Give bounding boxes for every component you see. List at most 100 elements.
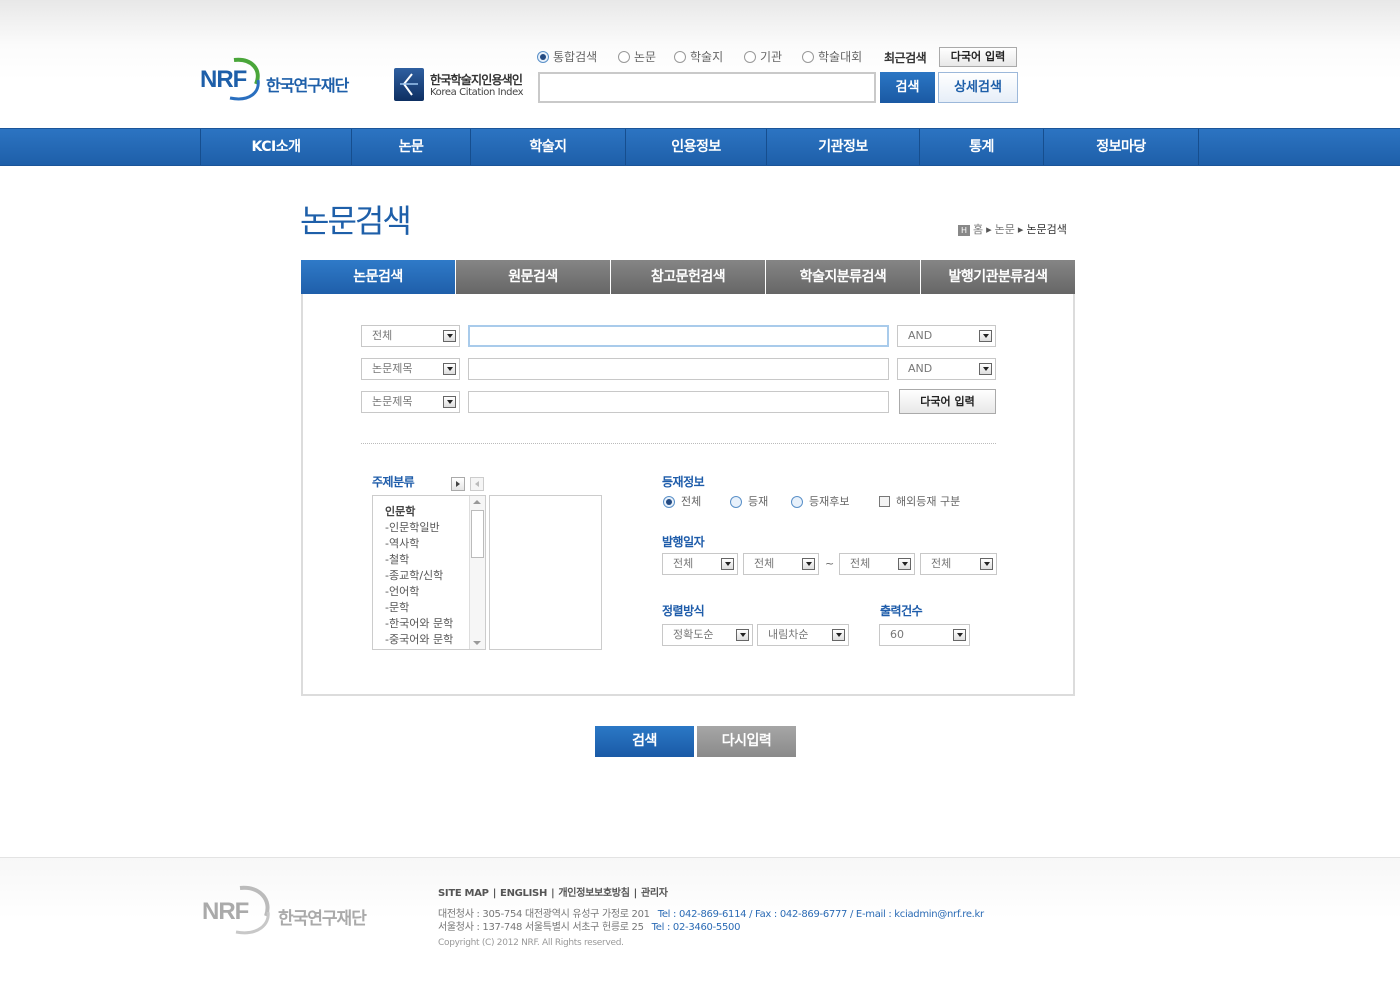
operator-select-2[interactable]: AND xyxy=(897,358,996,380)
nav-item-paper[interactable]: 논문 xyxy=(351,129,470,165)
search-button[interactable]: 검색 xyxy=(595,726,694,757)
radio-icon[interactable] xyxy=(663,496,675,508)
radio-icon[interactable] xyxy=(618,50,630,63)
scope-journal[interactable]: 학술지 xyxy=(674,48,723,65)
date-to-year-select[interactable]: 전체 xyxy=(839,553,915,575)
scope-institution[interactable]: 기관 xyxy=(744,48,782,65)
main-nav: KCI소개 논문 학술지 인용정보 기관정보 통계 정보마당 xyxy=(0,128,1400,166)
tab-fulltext-search[interactable]: 원문검색 xyxy=(456,260,611,294)
output-count-label: 출력건수 xyxy=(880,604,923,618)
scroll-thumb[interactable] xyxy=(471,510,484,558)
subject-list-scrollbar[interactable] xyxy=(469,496,485,649)
form-multilang-button[interactable]: 다국어 입력 xyxy=(899,389,996,414)
breadcrumb-home[interactable]: 홈 xyxy=(973,223,983,236)
keyword-input-2[interactable] xyxy=(468,358,889,380)
footer-org-name: 한국연구재단 xyxy=(278,909,367,929)
sort-label: 정렬방식 xyxy=(662,604,705,618)
date-from-month-select[interactable]: 전체 xyxy=(743,553,819,575)
output-count-select[interactable]: 60 xyxy=(879,624,970,646)
footer-link-sitemap[interactable]: SITE MAP xyxy=(438,888,489,899)
radio-icon[interactable] xyxy=(802,50,814,63)
breadcrumb-paper[interactable]: 논문 xyxy=(995,223,1015,236)
dropdown-arrow-icon xyxy=(953,629,966,641)
dropdown-arrow-icon xyxy=(721,558,734,570)
registration-all[interactable]: 전체 xyxy=(663,493,701,509)
subject-item[interactable]: -인문학일반 xyxy=(385,519,440,535)
nrf-logo-text: NRF xyxy=(200,66,247,93)
tab-paper-search[interactable]: 논문검색 xyxy=(301,260,456,294)
footer-logo-text: NRF xyxy=(202,898,249,925)
sort-order-select[interactable]: 내림차순 xyxy=(757,624,849,646)
scroll-up-icon[interactable] xyxy=(473,500,481,504)
reset-button[interactable]: 다시입력 xyxy=(697,726,796,757)
scope-conference[interactable]: 학술대회 xyxy=(802,48,862,65)
dropdown-arrow-icon xyxy=(443,330,456,342)
dropdown-arrow-icon xyxy=(980,558,993,570)
operator-select-1[interactable]: AND xyxy=(897,325,996,347)
nav-item-journal[interactable]: 학술지 xyxy=(470,129,625,165)
radio-icon[interactable] xyxy=(537,50,549,63)
subject-item[interactable]: -언어학 xyxy=(385,583,419,599)
breadcrumb: H 홈 ▸ 논문 ▸ 논문검색 xyxy=(958,221,1067,237)
header-search-input[interactable] xyxy=(538,72,876,103)
subject-item[interactable]: 인문학 xyxy=(385,503,415,519)
radio-icon[interactable] xyxy=(744,50,756,63)
radio-icon[interactable] xyxy=(730,496,742,508)
dropdown-arrow-icon xyxy=(898,558,911,570)
selected-subject-list[interactable] xyxy=(489,495,602,650)
keyword-input-3[interactable] xyxy=(468,391,889,413)
advanced-search-button[interactable]: 상세검색 xyxy=(938,72,1018,103)
tab-publisher-category-search[interactable]: 발행기관분류검색 xyxy=(921,260,1075,294)
subject-item[interactable]: -역사학 xyxy=(385,535,419,551)
nav-item-citation[interactable]: 인용정보 xyxy=(625,129,766,165)
nrf-logo[interactable]: NRF 한국연구재단 xyxy=(200,56,360,102)
kci-name: 한국학술지인용색인 xyxy=(430,73,523,87)
overseas-registration[interactable]: 해외등재 구분 xyxy=(879,493,960,509)
move-left-button[interactable] xyxy=(470,477,484,491)
subject-item[interactable]: -한국어와 문학 xyxy=(385,615,453,631)
field-select-1[interactable]: 전체 xyxy=(361,325,460,347)
registration-registered[interactable]: 등재 xyxy=(730,493,768,509)
registration-label: 등재정보 xyxy=(662,475,705,489)
page-title: 논문검색 xyxy=(300,202,412,240)
header-search-button[interactable]: 검색 xyxy=(880,72,935,103)
subject-item[interactable]: -종교학/신학 xyxy=(385,567,443,583)
nav-item-institution[interactable]: 기관정보 xyxy=(766,129,919,165)
divider xyxy=(361,443,996,444)
sort-field-select[interactable]: 정확도순 xyxy=(662,624,753,646)
footer-link-privacy[interactable]: 개인정보보호방침 xyxy=(558,888,630,899)
scope-integrated[interactable]: 통합검색 xyxy=(537,48,597,65)
field-select-3[interactable]: 논문제목 xyxy=(361,391,460,413)
nav-item-info[interactable]: 정보마당 xyxy=(1043,129,1199,165)
nav-item-stats[interactable]: 통계 xyxy=(919,129,1043,165)
arrow-right-icon xyxy=(456,481,460,487)
subject-item[interactable]: -철학 xyxy=(385,551,409,567)
kci-logo[interactable]: 한국학술지인용색인 Korea Citation Index xyxy=(394,68,534,102)
scope-paper[interactable]: 논문 xyxy=(618,48,656,65)
nav-item-kci[interactable]: KCI소개 xyxy=(200,129,351,165)
radio-icon[interactable] xyxy=(674,50,686,63)
checkbox-icon[interactable] xyxy=(879,495,890,507)
dropdown-arrow-icon xyxy=(443,396,456,408)
subject-item[interactable]: -문학 xyxy=(385,599,409,615)
subject-item[interactable]: -중국어와 문학 xyxy=(385,631,453,647)
keyword-input-1[interactable] xyxy=(468,325,889,347)
home-icon[interactable]: H xyxy=(958,224,970,236)
arrow-left-icon xyxy=(475,481,479,487)
dropdown-arrow-icon xyxy=(736,629,749,641)
radio-icon[interactable] xyxy=(791,496,803,508)
recent-search-label[interactable]: 최근검색 xyxy=(884,49,927,66)
move-right-button[interactable] xyxy=(451,477,465,491)
header-multilang-button[interactable]: 다국어 입력 xyxy=(939,47,1017,67)
registration-candidate[interactable]: 등재후보 xyxy=(791,493,849,509)
field-select-2[interactable]: 논문제목 xyxy=(361,358,460,380)
date-to-month-select[interactable]: 전체 xyxy=(920,553,997,575)
date-from-year-select[interactable]: 전체 xyxy=(662,553,738,575)
footer-link-admin[interactable]: 관리자 xyxy=(641,888,668,899)
tab-reference-search[interactable]: 참고문헌검색 xyxy=(611,260,766,294)
footer-link-english[interactable]: ENGLISH xyxy=(500,888,547,899)
kci-emblem-icon xyxy=(394,68,424,101)
scroll-down-icon[interactable] xyxy=(473,641,481,645)
tab-journal-category-search[interactable]: 학술지분류검색 xyxy=(766,260,921,294)
footer-copyright: Copyright (C) 2012 NRF. All Rights reser… xyxy=(438,938,624,948)
